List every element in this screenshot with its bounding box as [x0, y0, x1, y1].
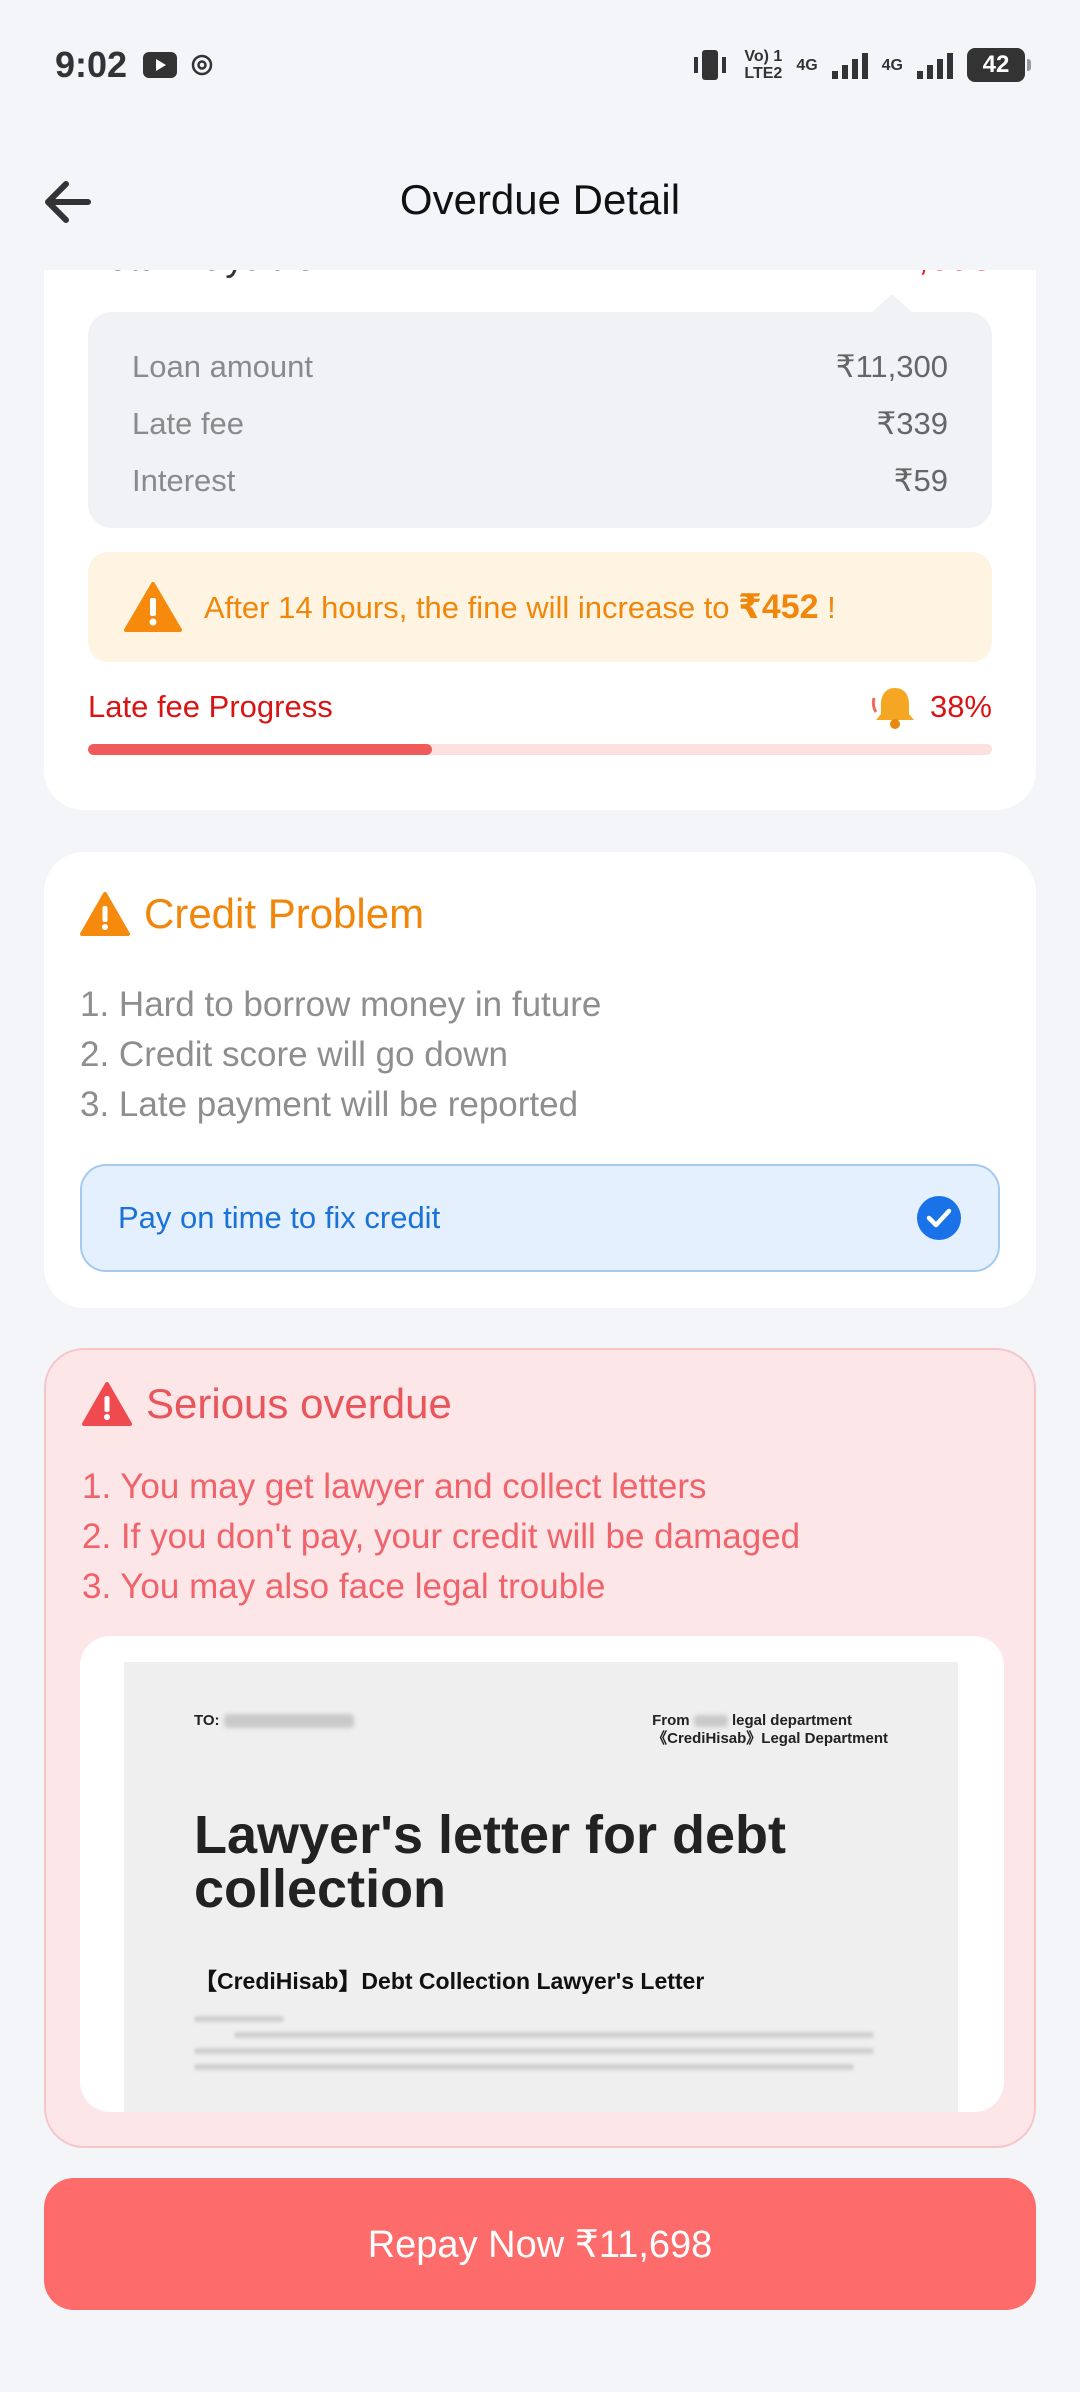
network-4g-label: 4G — [796, 56, 818, 74]
list-item: 3. Late payment will be reported — [80, 1085, 579, 1124]
youtube-icon — [143, 52, 178, 78]
breakdown-row: Late fee ₹339 — [132, 395, 948, 452]
letter-subheading: 【CrediHisab】Debt Collection Lawyer's Let… — [194, 1968, 705, 1994]
serious-overdue-card: Serious overdue 1. You may get lawyer an… — [44, 1348, 1036, 2148]
letter-heading: Lawyer's letter for debt collection — [194, 1805, 786, 1919]
breakdown-label: Late fee — [132, 405, 245, 441]
credit-problem-title: Credit Problem — [144, 890, 425, 937]
serious-overdue-header: Serious overdue — [82, 1380, 452, 1428]
letter-to-label: TO: — [194, 1712, 220, 1729]
breakdown-row: Loan amount ₹11,300 — [132, 338, 948, 395]
letter-from: From legal department 《CrediHisab》Legal … — [652, 1712, 888, 1748]
check-circle-icon — [917, 1196, 961, 1240]
breakdown-label: Interest — [132, 462, 236, 498]
bell-icon — [871, 688, 914, 729]
breakdown-row: Interest ₹59 — [132, 452, 948, 509]
app-header: Overdue Detail — [0, 130, 1080, 270]
scroll-content[interactable]: Total Payable : ₹11,698 Loan amount ₹11,… — [0, 270, 1080, 2392]
list-item: 2. If you don't pay, your credit will be… — [82, 1517, 801, 1556]
blurred-sender — [693, 1715, 728, 1728]
payable-card: Total Payable : ₹11,698 Loan amount ₹11,… — [44, 270, 1036, 810]
fine-warning-amount: ₹452 — [738, 588, 819, 626]
breakdown-value: ₹11,300 — [835, 348, 948, 384]
warning-triangle-icon — [124, 582, 182, 632]
fix-credit-option[interactable]: Pay on time to fix credit — [80, 1164, 1000, 1272]
list-item: 3. You may also face legal trouble — [82, 1567, 606, 1606]
blurred-recipient — [223, 1714, 354, 1729]
fine-warning-text: After 14 hours, the fine will increase t… — [204, 587, 836, 627]
letter-from-dept: legal department — [731, 1712, 852, 1729]
credit-problem-header: Credit Problem — [80, 890, 424, 938]
credit-problem-card: Credit Problem 1. Hard to borrow money i… — [44, 852, 1036, 1308]
battery-icon: 42 — [967, 48, 1031, 82]
letter-body-blurred — [194, 2016, 888, 2070]
serious-overdue-title: Serious overdue — [146, 1380, 452, 1427]
lawyer-letter-preview: TO: From legal department 《CrediHisab》Le… — [80, 1636, 1004, 2112]
total-payable-label: Total Payable : — [88, 270, 337, 280]
letter-top: TO: From legal department 《CrediHisab》Le… — [194, 1712, 888, 1748]
status-time: 9:02 — [55, 44, 128, 85]
list-item: 1. You may get lawyer and collect letter… — [82, 1467, 707, 1506]
fine-warning-prefix: After 14 hours, the fine will increase t… — [204, 590, 739, 625]
total-payable-value: ₹11,698 — [854, 270, 992, 280]
breakdown-value: ₹59 — [893, 462, 948, 498]
late-fee-progress-percent: 38% — [929, 689, 992, 724]
repay-now-button[interactable]: Repay Now ₹11,698 — [44, 2178, 1036, 2310]
late-fee-progress-fill — [88, 744, 432, 755]
total-payable-row: Total Payable : ₹11,698 — [88, 270, 992, 280]
late-fee-progress-bar — [88, 744, 992, 755]
vibrate-icon — [694, 50, 727, 80]
breakdown-label: Loan amount — [132, 348, 313, 384]
network-4g-label-2: 4G — [881, 56, 903, 74]
signal-icon-2 — [917, 53, 953, 79]
list-item: 2. Credit score will go down — [80, 1035, 508, 1074]
lawyer-letter-image: TO: From legal department 《CrediHisab》Le… — [124, 1662, 958, 2112]
signal-icon — [831, 53, 868, 79]
back-arrow-icon[interactable] — [38, 172, 98, 232]
serious-overdue-list: 1. You may get lawyer and collect letter… — [82, 1462, 800, 1612]
page-title: Overdue Detail — [399, 176, 681, 223]
letter-from-prefix: From — [652, 1712, 690, 1729]
status-bar: 9:02 Vo) 1 LTE2 4G 4G 42 — [0, 0, 1080, 130]
credit-problem-list: 1. Hard to borrow money in future 2. Cre… — [80, 980, 601, 1130]
late-fee-progress-label: Late fee Progress — [88, 689, 333, 724]
late-fee-progress-row: Late fee Progress 38% — [88, 682, 992, 732]
at-sign-icon — [191, 54, 213, 76]
breakdown-value: ₹339 — [876, 405, 948, 441]
warning-triangle-icon — [80, 892, 130, 936]
fine-warning: After 14 hours, the fine will increase t… — [88, 552, 992, 662]
warning-triangle-icon — [82, 1382, 132, 1426]
fix-credit-label: Pay on time to fix credit — [118, 1200, 441, 1235]
fine-warning-suffix: ! — [818, 590, 836, 625]
network-label: Vo) 1 LTE2 — [744, 48, 783, 82]
payable-breakdown: Loan amount ₹11,300 Late fee ₹339 Intere… — [88, 294, 992, 528]
list-item: 1. Hard to borrow money in future — [80, 985, 602, 1024]
letter-to: TO: — [194, 1712, 354, 1748]
letter-from-line2: 《CrediHisab》Legal Department — [652, 1730, 888, 1747]
